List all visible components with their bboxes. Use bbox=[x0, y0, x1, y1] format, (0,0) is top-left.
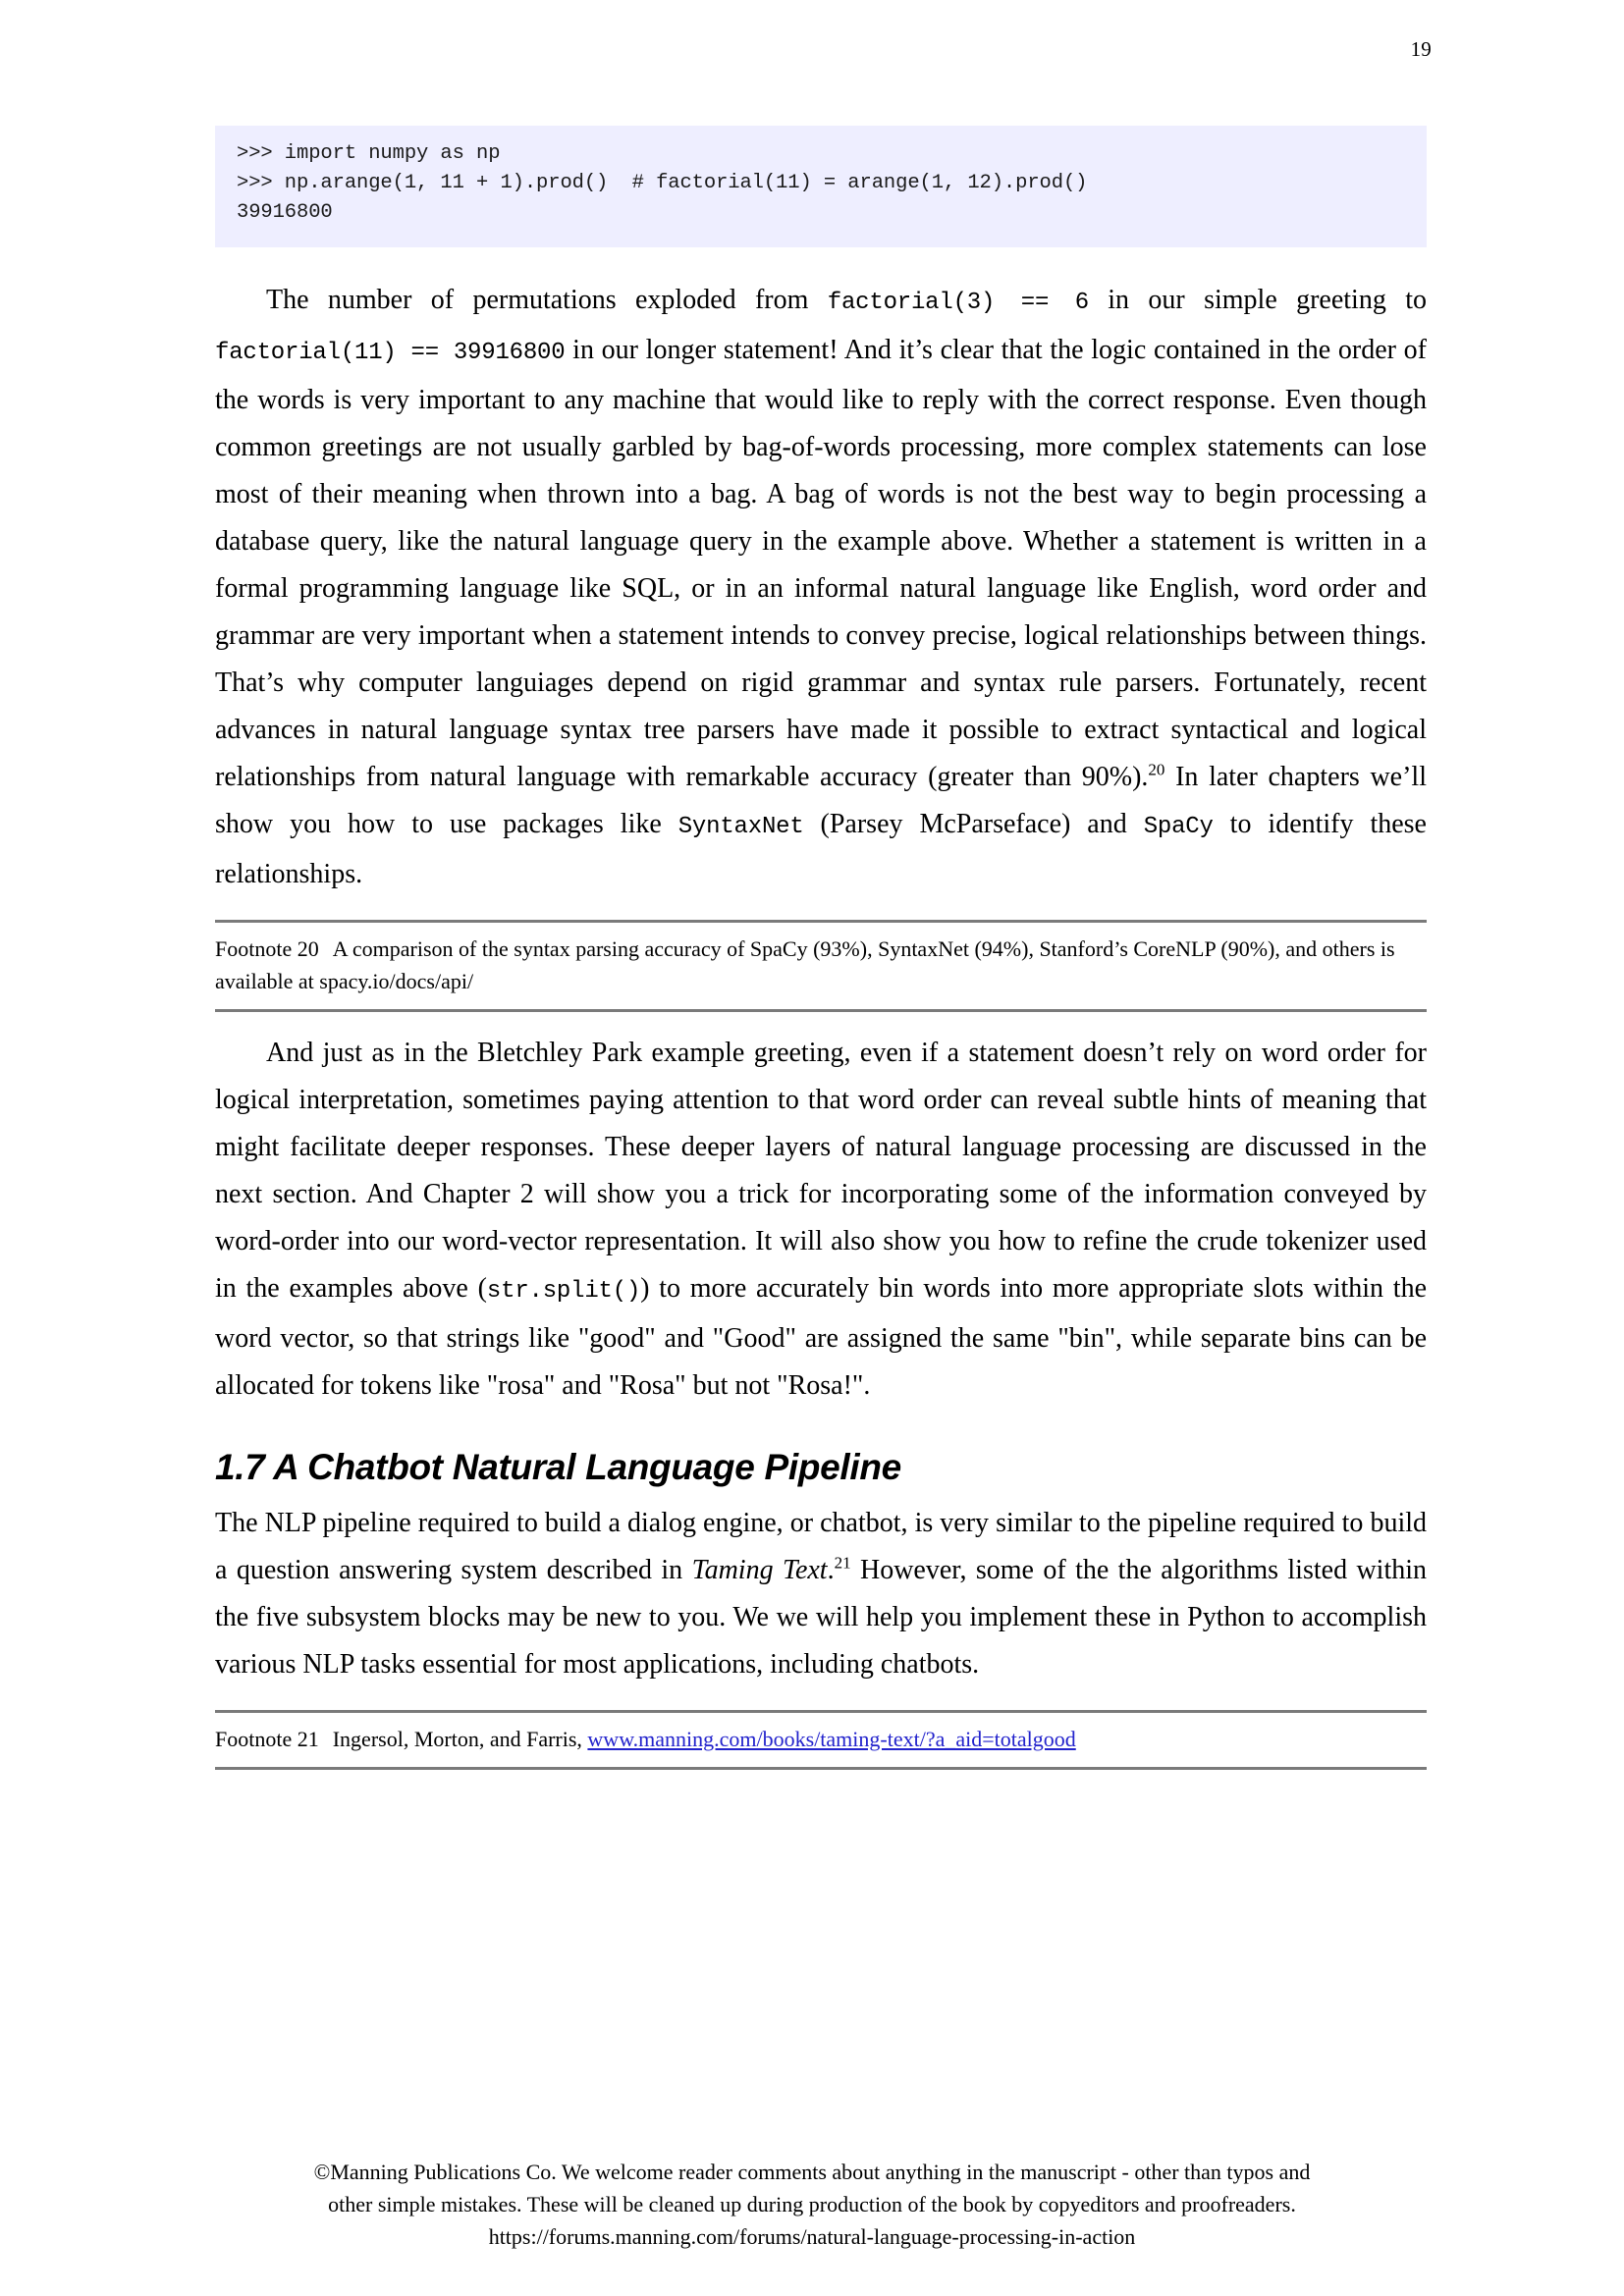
section-heading-1-7: 1.7 A Chatbot Natural Language Pipeline bbox=[215, 1447, 901, 1487]
footnote-divider-bottom bbox=[215, 1767, 1427, 1770]
book-title-taming-text: Taming Text bbox=[691, 1555, 828, 1585]
footnote-marker-21: 21 bbox=[834, 1553, 851, 1573]
code-line: >>> np.arange(1, 11 + 1).prod() # factor… bbox=[237, 172, 1088, 194]
paragraph-text: in our longer statement! And it’s clear … bbox=[215, 335, 1427, 792]
page-footer: ©Manning Publications Co. We welcome rea… bbox=[0, 2156, 1624, 2253]
paragraph-text: And just as in the Bletchley Park exampl… bbox=[215, 1038, 1427, 1304]
footnote-21: Footnote 21 Ingersol, Morton, and Farris,… bbox=[215, 1723, 1427, 1755]
footnote-divider bbox=[215, 920, 1427, 923]
paragraph-text: The number of permutations exploded from bbox=[266, 285, 828, 315]
inline-code-syntaxnet: SyntaxNet bbox=[677, 814, 804, 840]
footnote-text: A comparison of the syntax parsing accur… bbox=[215, 936, 1395, 993]
inline-code-factorial11: factorial(11) == 39916800 bbox=[215, 340, 566, 366]
page-number: 19 bbox=[1410, 37, 1432, 61]
code-line: 39916800 bbox=[237, 201, 333, 224]
footnote-label: Footnote 20 bbox=[215, 936, 319, 961]
inline-code-strsplit: str.split() bbox=[486, 1278, 641, 1305]
footnote-label: Footnote 21 bbox=[215, 1727, 319, 1751]
inline-code-factorial3: factorial(3) == 6 bbox=[827, 290, 1089, 316]
paragraph-permutations: The number of permutations exploded from… bbox=[215, 277, 1427, 898]
footer-line: https://forums.manning.com/forums/natura… bbox=[488, 2224, 1136, 2249]
document-page: 19 >>> import numpy as np >>> np.arange(… bbox=[0, 0, 1624, 2296]
page-content: >>> import numpy as np >>> np.arange(1, … bbox=[215, 126, 1427, 1770]
footer-line: ©Manning Publications Co. We welcome rea… bbox=[313, 2160, 1311, 2184]
inline-code-spacy: SpaCy bbox=[1143, 814, 1214, 840]
footnote-divider bbox=[215, 1710, 1427, 1713]
footer-line: other simple mistakes. These will be cle… bbox=[328, 2192, 1296, 2216]
code-block: >>> import numpy as np >>> np.arange(1, … bbox=[215, 126, 1427, 247]
paragraph-text: in our simple greeting to bbox=[1088, 285, 1427, 315]
paragraph-nlp-pipeline: The NLP pipeline required to build a dia… bbox=[215, 1500, 1427, 1688]
footnote-text: Ingersol, Morton, and Farris, bbox=[332, 1727, 582, 1751]
footnote-link[interactable]: www.manning.com/books/taming-text/?a_aid… bbox=[587, 1727, 1075, 1751]
paragraph-text: . bbox=[827, 1555, 835, 1585]
code-line: >>> import numpy as np bbox=[237, 142, 501, 165]
footnote-marker-20: 20 bbox=[1148, 760, 1165, 779]
paragraph-bletchley: And just as in the Bletchley Park exampl… bbox=[215, 1030, 1427, 1410]
paragraph-text: (Parsey McParseface) and bbox=[803, 809, 1144, 839]
footnote-20: Footnote 20 A comparison of the syntax pa… bbox=[215, 933, 1427, 997]
